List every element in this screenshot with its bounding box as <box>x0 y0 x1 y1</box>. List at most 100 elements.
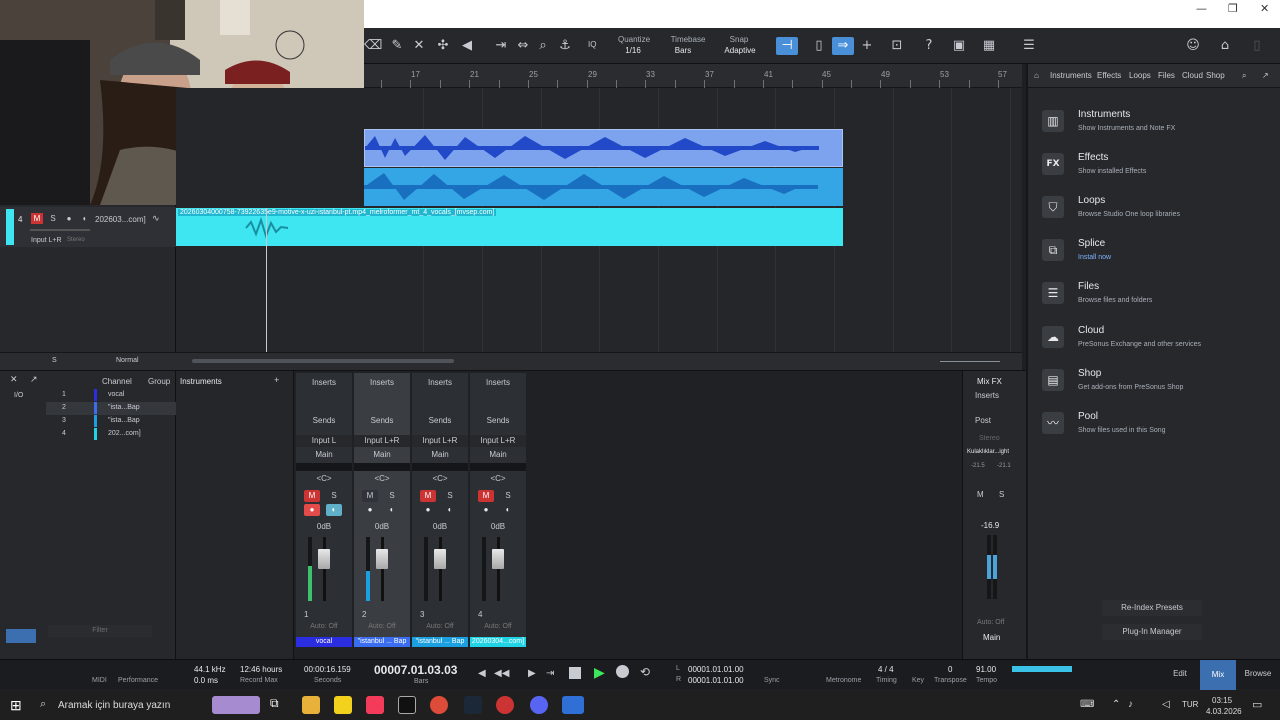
timing-value[interactable]: 4 / 4 <box>878 665 894 674</box>
play-button[interactable]: ▶ <box>594 664 605 681</box>
input-select[interactable]: Input L+R <box>354 435 410 447</box>
mute-button[interactable]: M <box>977 490 984 499</box>
volume-fader[interactable] <box>492 549 504 569</box>
tempo-value[interactable]: 91.00 <box>976 665 996 674</box>
grid-icon[interactable]: ▦ <box>980 37 998 55</box>
restore-button[interactable]: ❐ <box>1228 2 1238 15</box>
mixer-view-button[interactable] <box>6 629 36 643</box>
browser-item-instruments[interactable]: ▥ Instruments Show Instruments and Note … <box>1038 106 1278 146</box>
go-end-icon[interactable]: ⇥ <box>546 668 554 679</box>
plugin-manager-button[interactable]: Plug-In Manager <box>1102 624 1202 640</box>
timeline-ruler[interactable]: 17 21 25 29 33 37 41 45 49 53 57 <box>364 64 1022 88</box>
forward-icon[interactable]: ▶ <box>528 668 536 679</box>
chrome-icon[interactable] <box>430 696 448 714</box>
record-arm-icon[interactable]: ● <box>63 213 75 224</box>
chatgpt-icon[interactable] <box>398 696 416 714</box>
mute-button[interactable]: M <box>420 490 436 502</box>
recorder-icon[interactable] <box>496 696 514 714</box>
output-select[interactable]: Kulaklıklar...ight <box>967 449 1009 455</box>
track-solo-button[interactable]: S <box>47 213 59 224</box>
timebase-select[interactable]: Bars <box>668 46 698 55</box>
post-button[interactable]: Post <box>975 416 991 425</box>
snap-toggle-icon[interactable]: ⊣ <box>776 37 798 55</box>
microphone-icon[interactable]: ♪ <box>1128 699 1133 710</box>
edit-view-button[interactable]: Edit <box>1160 669 1200 678</box>
track-name[interactable]: 202603...com] <box>95 215 146 224</box>
close-button[interactable]: ✕ <box>1260 2 1269 15</box>
transpose-value[interactable]: 0 <box>948 665 952 674</box>
keyboard-icon[interactable]: ⌨ <box>1080 699 1094 710</box>
bottom-solo-button[interactable]: S <box>52 357 57 364</box>
monitor-icon[interactable]: ◐ <box>326 504 342 516</box>
tab-shop[interactable]: Shop <box>1206 71 1225 80</box>
clock-time[interactable]: 03:15 <box>1212 696 1232 705</box>
record-icon[interactable]: ● <box>478 504 494 516</box>
channel-name[interactable]: vocal <box>296 637 352 647</box>
tab-effects[interactable]: Effects <box>1097 71 1121 80</box>
listen-tool-icon[interactable]: ◀ <box>458 37 476 55</box>
volume-fader[interactable] <box>318 549 330 569</box>
mute-button[interactable]: M <box>362 490 378 502</box>
tab-files[interactable]: Files <box>1158 71 1175 80</box>
input-select[interactable]: Input L <box>296 435 352 447</box>
audio-event-vocals[interactable]: 20260304000758-73922635e9-motive-x-uzi-i… <box>176 208 843 246</box>
stop-button[interactable] <box>569 667 581 679</box>
task-view-icon[interactable]: ⧉ <box>270 696 288 714</box>
steam-icon[interactable] <box>464 696 482 714</box>
mix-view-button[interactable]: Mix <box>1200 660 1236 690</box>
fit-icon[interactable]: ⊡ <box>888 37 906 55</box>
pan-slider[interactable] <box>412 463 468 471</box>
browser-item-effects[interactable]: FX Effects Show installed Effects <box>1038 149 1278 189</box>
studio-one-icon[interactable] <box>562 696 584 714</box>
video-icon[interactable]: ▣ <box>950 37 968 55</box>
audio-event[interactable] <box>364 129 843 167</box>
input-select[interactable]: Input L+R <box>470 435 526 447</box>
eraser-icon[interactable]: ⌫ <box>364 37 382 55</box>
solo-button[interactable]: S <box>384 490 400 502</box>
taskbar-search[interactable]: ⌕ Aramak için buraya yazın <box>32 690 204 720</box>
sends-button[interactable]: Sends <box>470 415 526 427</box>
audio-bend-icon[interactable]: ⚓ <box>556 37 574 55</box>
volume-fader[interactable] <box>434 549 446 569</box>
split-tool-icon[interactable]: ⇥ <box>492 37 510 55</box>
inserts-button[interactable]: Inserts <box>412 377 468 389</box>
filter-input[interactable]: Filter <box>48 625 152 637</box>
channel-list-item[interactable]: 3 "ista...Bap <box>46 415 176 428</box>
sends-button[interactable]: Sends <box>296 415 352 427</box>
mute-tool-icon[interactable]: ✕ <box>410 37 428 55</box>
inserts-button[interactable]: Inserts <box>296 377 352 389</box>
tray-expand-icon[interactable]: ⌃ <box>1112 699 1120 710</box>
track-row[interactable]: 4 M S ● ◐ 202603...com] ∿ Input L+R Ster… <box>0 207 176 247</box>
cursor-icon[interactable]: + <box>858 37 876 55</box>
io-button[interactable]: I/O <box>14 392 23 399</box>
notification-icon[interactable]: ▭ <box>1252 698 1262 711</box>
monitor-icon[interactable]: ◐ <box>442 504 458 516</box>
browser-item-splice[interactable]: ⧉ Splice Install now <box>1038 235 1278 275</box>
track-input[interactable]: Input L+R <box>31 237 62 244</box>
taskbar-widget-icon[interactable] <box>212 696 260 714</box>
waveform-icon[interactable]: ∿ <box>152 213 160 224</box>
page-icon[interactable]: ▯ <box>1248 37 1266 55</box>
record-icon[interactable]: ● <box>362 504 378 516</box>
browser-item-shop[interactable]: ▤ Shop Get add-ons from PreSonus Shop <box>1038 365 1278 405</box>
mute-button[interactable]: M <box>304 490 320 502</box>
monitor-icon[interactable]: ◐ <box>79 213 91 224</box>
rewind-icon[interactable]: ◀◀ <box>494 668 509 679</box>
zoom-icon[interactable]: ⌕ <box>534 37 552 55</box>
tab-cloud[interactable]: Cloud <box>1182 71 1203 80</box>
solo-button[interactable]: S <box>500 490 516 502</box>
channel-list-item[interactable]: 4 202...com] <box>46 428 176 441</box>
range-tool-icon[interactable]: ⇔ <box>514 37 532 55</box>
clock-date[interactable]: 4.03.2026 <box>1206 707 1242 716</box>
search-icon[interactable]: ⌕ <box>1242 71 1246 81</box>
loop-start-icon[interactable]: ◀ <box>478 668 486 679</box>
expand-icon[interactable]: ↗ <box>1262 71 1269 80</box>
pencil-icon[interactable]: ✎ <box>388 37 406 55</box>
bars-display[interactable]: 00007.01.03.03 <box>374 663 457 677</box>
add-instrument-icon[interactable]: + <box>274 375 279 385</box>
help-icon[interactable]: ? <box>920 37 938 55</box>
inserts-button[interactable]: Inserts <box>975 391 999 400</box>
layout-icon[interactable]: ☰ <box>1020 37 1038 55</box>
follow-icon[interactable]: ⇒ <box>832 37 854 55</box>
loop-left-position[interactable]: 00001.01.01.00 <box>688 665 744 674</box>
